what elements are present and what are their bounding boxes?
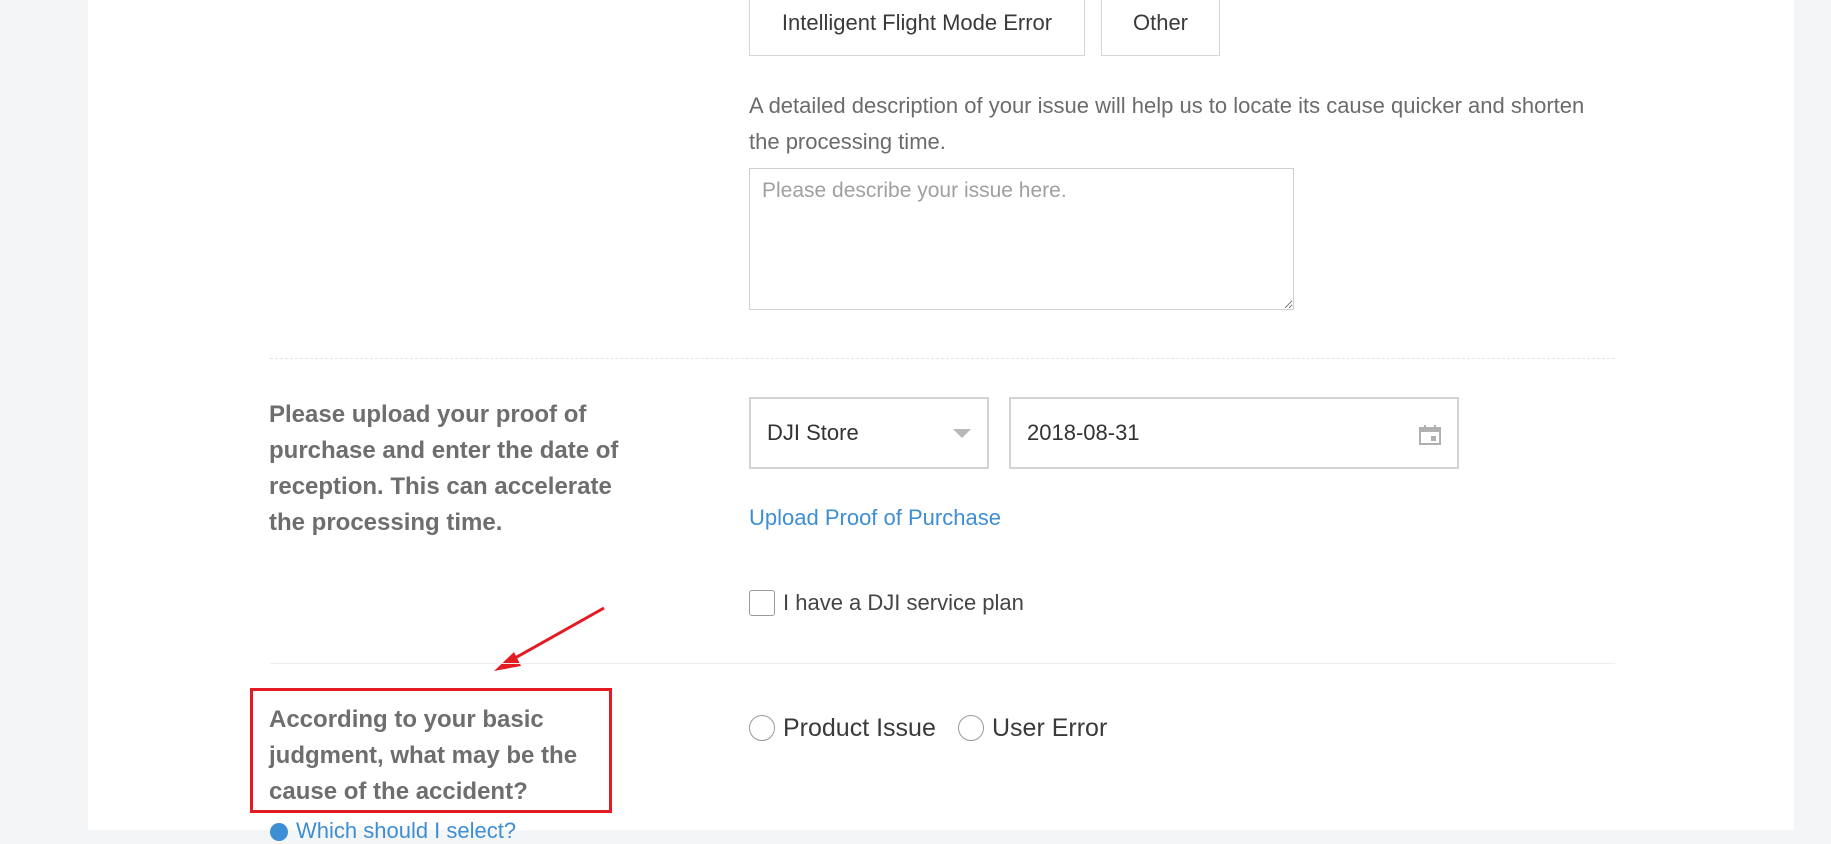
description-helper-line2: the processing time.	[749, 129, 946, 154]
section-divider-2	[270, 663, 1615, 664]
issue-description-input[interactable]	[749, 168, 1294, 310]
store-select[interactable]: DJI Store	[749, 397, 989, 469]
info-icon	[270, 823, 288, 841]
description-helper-line1: A detailed description of your issue wil…	[749, 93, 1585, 118]
caret-down-icon	[953, 429, 971, 438]
which-to-select-link[interactable]: Which should I select?	[296, 818, 516, 844]
issue-type-other-button[interactable]: Other	[1101, 0, 1220, 56]
description-helper-text: A detailed description of your issue wil…	[749, 88, 1599, 160]
store-select-value: DJI Store	[767, 420, 859, 445]
product-issue-label: Product Issue	[783, 714, 936, 742]
user-error-label: User Error	[992, 714, 1108, 742]
product-issue-radio[interactable]	[749, 715, 775, 741]
service-plan-checkbox[interactable]	[749, 590, 775, 616]
section-divider	[270, 358, 1615, 359]
purchase-section-label: Please upload your proof of purchase and…	[269, 401, 619, 536]
cause-section-label: According to your basic judgment, what m…	[269, 706, 578, 805]
service-plan-label: I have a DJI service plan	[783, 590, 1024, 615]
purchase-date-input[interactable]: 2018-08-31	[1009, 397, 1459, 469]
calendar-icon[interactable]	[1419, 425, 1441, 445]
upload-proof-link[interactable]: Upload Proof of Purchase	[749, 505, 1001, 531]
issue-type-intelligent-flight-button[interactable]: Intelligent Flight Mode Error	[749, 0, 1085, 56]
annotation-arrow-icon	[494, 606, 605, 671]
purchase-date-value: 2018-08-31	[1027, 420, 1140, 445]
user-error-radio[interactable]	[958, 715, 984, 741]
